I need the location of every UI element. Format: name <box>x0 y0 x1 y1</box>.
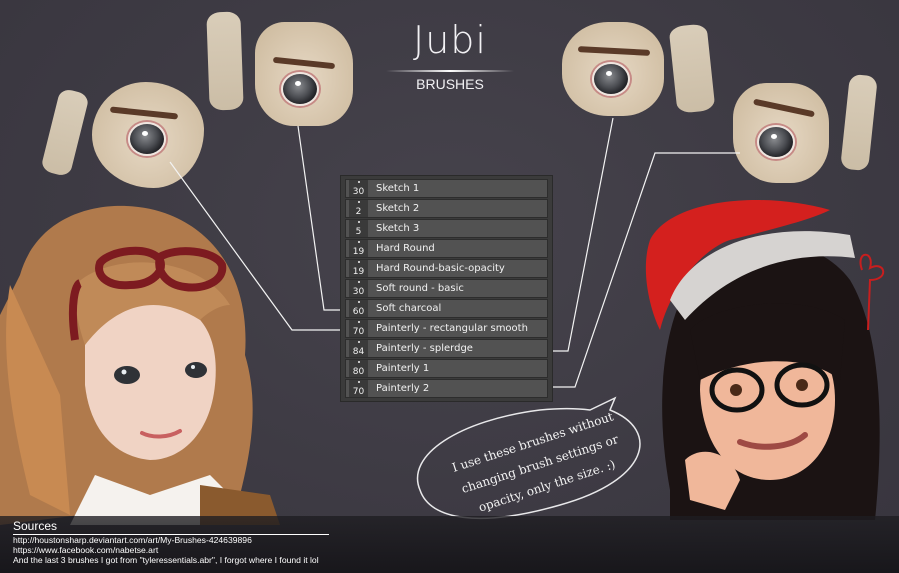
brush-size-thumbnail: 84 <box>349 340 368 357</box>
brush-row[interactable]: 60 Soft charcoal <box>345 299 548 318</box>
brush-name: Soft charcoal <box>376 303 442 314</box>
eye-iris <box>757 125 795 159</box>
brush-stroke-sample-1 <box>40 87 90 178</box>
eyebrow <box>577 46 651 56</box>
connector-line-eye3 <box>553 117 614 352</box>
brush-size-thumbnail: 30 <box>349 180 368 197</box>
brush-name: Hard Round <box>376 243 435 254</box>
eye-sample-3 <box>562 22 664 116</box>
brush-size-thumbnail: 5 <box>349 220 368 237</box>
brush-presets-panel: 30 Sketch 1 2 Sketch 2 5 Sketch 3 19 Hard Ro… <box>340 175 553 402</box>
brush-size-thumbnail: 30 <box>349 280 368 297</box>
brush-size-thumbnail: 70 <box>349 380 368 397</box>
brush-row[interactable]: 19 Hard Round-basic-opacity <box>345 259 548 278</box>
brush-name: Painterly - rectangular smooth <box>376 323 528 334</box>
brush-row[interactable]: 70 Painterly - rectangular smooth <box>345 319 548 338</box>
brush-stroke-sample-4 <box>840 73 878 172</box>
title-main: Jubi <box>413 18 487 62</box>
brush-row[interactable]: 84 Painterly - splerdge <box>345 339 548 358</box>
speech-bubble-text: I use these brushes without changing bru… <box>434 401 646 528</box>
brush-tip-icon <box>357 181 360 183</box>
brush-row[interactable]: 30 Sketch 1 <box>345 179 548 198</box>
brush-name: Soft round - basic <box>376 283 464 294</box>
brush-row[interactable]: 70 Painterly 2 <box>345 379 548 398</box>
brush-size: 70 <box>352 327 365 337</box>
sources-section: Sources http://houstonsharp.deviantart.c… <box>13 519 329 565</box>
title-subtitle: BRUSHES <box>416 76 484 92</box>
brush-tip-icon <box>357 341 360 343</box>
brush-name: Hard Round-basic-opacity <box>376 263 505 274</box>
brush-size-thumbnail: 19 <box>349 260 368 277</box>
brush-tip-icon <box>357 221 360 223</box>
brush-stroke-sample-3 <box>668 23 716 114</box>
brush-size: 80 <box>352 367 365 377</box>
brush-name: Sketch 3 <box>376 223 420 234</box>
brush-tip-icon <box>357 241 360 243</box>
brush-size: 30 <box>352 287 365 297</box>
title-divider <box>386 70 514 72</box>
eyebrow <box>272 56 336 70</box>
brush-size: 5 <box>355 227 362 237</box>
brush-name: Sketch 2 <box>376 203 420 214</box>
eye-iris <box>592 62 630 96</box>
brush-size: 84 <box>352 347 365 357</box>
brush-row[interactable]: 80 Painterly 1 <box>345 359 548 378</box>
brush-tip-icon <box>357 381 360 383</box>
brush-size: 2 <box>355 207 362 217</box>
brush-row[interactable]: 30 Soft round - basic <box>345 279 548 298</box>
source-link[interactable]: http://houstonsharp.deviantart.com/art/M… <box>13 535 329 545</box>
brush-size: 60 <box>352 307 365 317</box>
brush-size: 30 <box>352 187 365 197</box>
brush-row[interactable]: 2 Sketch 2 <box>345 199 548 218</box>
eye-sample-2 <box>255 22 353 126</box>
brush-row[interactable]: 5 Sketch 3 <box>345 219 548 238</box>
artwork-canvas: Jubi BRUSHES 30 Sketch 1 2 Sketch 2 5 Sk… <box>0 0 899 573</box>
eye-iris <box>281 72 319 106</box>
brush-size-thumbnail: 19 <box>349 240 368 257</box>
brush-size-thumbnail: 70 <box>349 320 368 337</box>
brush-name: Painterly 2 <box>376 383 430 394</box>
sources-heading: Sources <box>13 519 329 535</box>
brush-tip-icon <box>357 281 360 283</box>
connector-line-eye2 <box>297 125 344 311</box>
brush-tip-icon <box>357 301 360 303</box>
brush-name: Sketch 1 <box>376 183 420 194</box>
brush-tip-icon <box>357 361 360 363</box>
brush-size: 70 <box>352 387 365 397</box>
brush-size: 19 <box>352 247 365 257</box>
title-block: Jubi BRUSHES <box>380 18 520 92</box>
brush-name: Painterly 1 <box>376 363 430 374</box>
eye-iris <box>128 122 166 156</box>
brush-tip-icon <box>357 201 360 203</box>
eye-sample-4 <box>733 83 829 183</box>
brush-row[interactable]: 19 Hard Round <box>345 239 548 258</box>
brush-tip-icon <box>357 321 360 323</box>
eyebrow <box>753 98 815 118</box>
eye-sample-1 <box>92 82 204 188</box>
brush-size-thumbnail: 60 <box>349 300 368 317</box>
right-character-illustration <box>645 200 885 520</box>
eyebrow <box>109 106 179 120</box>
brush-size-thumbnail: 80 <box>349 360 368 377</box>
brush-size: 19 <box>352 267 365 277</box>
source-note: And the last 3 brushes I got from "tyler… <box>13 555 319 565</box>
brush-stroke-sample-2 <box>206 11 244 111</box>
brush-tip-icon <box>357 261 360 263</box>
left-character-illustration <box>0 205 280 525</box>
brush-name: Painterly - splerdge <box>376 343 473 354</box>
source-link[interactable]: https://www.facebook.com/nabetse.art <box>13 545 329 555</box>
brush-size-thumbnail: 2 <box>349 200 368 217</box>
